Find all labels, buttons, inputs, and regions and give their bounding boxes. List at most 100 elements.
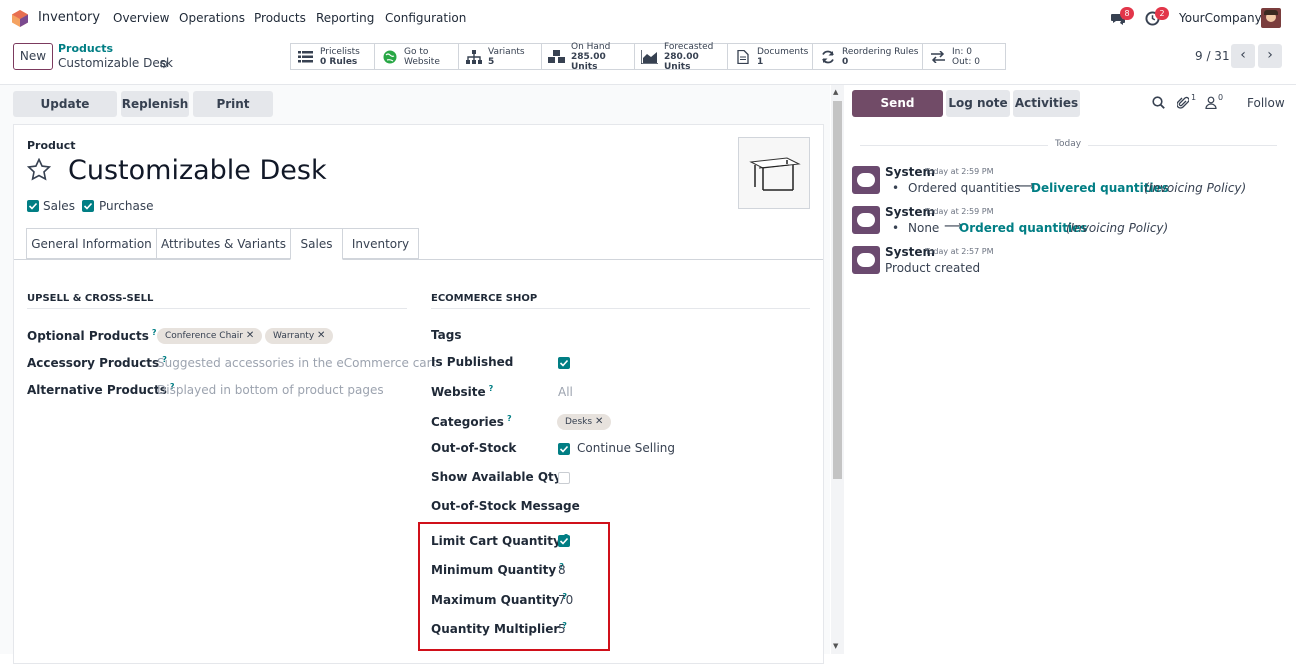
accessory-products-label: Accessory Products? bbox=[27, 355, 167, 370]
tracking-field: (Invoicing Policy) bbox=[1066, 221, 1169, 235]
user-icon bbox=[1205, 96, 1217, 109]
on-hand-button[interactable]: On Hand 285.00 Units bbox=[542, 42, 635, 72]
update-quantity-button[interactable]: Update Quantity bbox=[13, 91, 117, 137]
top-navbar: Inventory Overview Operations Products R… bbox=[0, 0, 1296, 37]
forecasted-button[interactable]: Forecasted 280.00 Units bbox=[635, 42, 728, 72]
menu-configuration[interactable]: Configuration bbox=[385, 11, 466, 25]
tab-general-information[interactable]: General Information bbox=[26, 228, 157, 259]
tab-underline bbox=[14, 259, 823, 260]
menu-products[interactable]: Products bbox=[254, 11, 306, 25]
documents-button[interactable]: Documents 1 bbox=[728, 44, 813, 69]
log-note-button[interactable]: Log note bbox=[946, 90, 1010, 117]
tab-attributes-variants[interactable]: Attributes & Variants bbox=[156, 228, 291, 259]
remove-tag-icon[interactable]: ✕ bbox=[595, 416, 603, 427]
out-of-stock-message-label: Out-of-Stock Message bbox=[431, 499, 580, 513]
breadcrumb-products[interactable]: Products bbox=[58, 42, 113, 55]
scrollbar-thumb[interactable] bbox=[833, 101, 842, 479]
replenish-button[interactable]: Replenish bbox=[121, 91, 189, 117]
pricelists-button[interactable]: Pricelists 0 Rules bbox=[291, 44, 375, 69]
continue-selling-checkbox[interactable] bbox=[558, 443, 570, 455]
check-icon bbox=[28, 202, 38, 210]
scroll-down-icon[interactable]: ▼ bbox=[833, 642, 838, 650]
new-button[interactable]: New bbox=[13, 43, 53, 70]
categories-label: Categories? bbox=[431, 414, 512, 429]
messages-button[interactable]: 8 bbox=[1110, 7, 1134, 28]
send-message-button[interactable]: Send message bbox=[852, 90, 943, 137]
paperclip-icon bbox=[1177, 96, 1189, 109]
website-select[interactable]: All bbox=[558, 385, 573, 399]
area-chart-icon bbox=[641, 49, 658, 64]
smart-buttons: Pricelists 0 Rules Go to Website Variants 5… bbox=[290, 42, 1006, 72]
tab-inventory[interactable]: Inventory bbox=[342, 228, 419, 259]
purchase-checkbox[interactable] bbox=[82, 200, 94, 212]
message-time: Today at 2:57 PM bbox=[925, 247, 994, 256]
accessory-products-input[interactable]: Suggested accessories in the eCommerce c… bbox=[157, 356, 436, 370]
category-tag-desks: Desks ✕ bbox=[557, 414, 612, 430]
in-out-button[interactable]: In: 0 Out: 0 bbox=[923, 44, 1005, 69]
activities-button-chatter[interactable]: Activities bbox=[1013, 90, 1080, 117]
section-divider bbox=[27, 308, 407, 309]
menu-overview[interactable]: Overview bbox=[113, 11, 170, 25]
app-name[interactable]: Inventory bbox=[38, 10, 100, 25]
website-button[interactable]: Go to Website bbox=[375, 44, 459, 69]
menu-operations[interactable]: Operations bbox=[179, 11, 245, 25]
refresh-icon bbox=[819, 50, 836, 64]
continue-selling-label: Continue Selling bbox=[577, 441, 675, 455]
help-icon[interactable]: ? bbox=[489, 384, 494, 393]
avatar[interactable] bbox=[852, 206, 880, 234]
check-icon bbox=[83, 202, 93, 210]
pager-next-button[interactable]: › bbox=[1258, 44, 1282, 68]
desk-image-icon bbox=[749, 157, 801, 191]
help-icon[interactable]: ? bbox=[507, 414, 512, 423]
product-image[interactable] bbox=[738, 137, 810, 209]
attachments-button[interactable]: 1 bbox=[1177, 93, 1201, 110]
star-icon[interactable] bbox=[27, 158, 51, 181]
activities-badge: 2 bbox=[1155, 7, 1169, 20]
show-available-qty-checkbox[interactable] bbox=[558, 472, 570, 484]
control-panel: New Products Customizable Desk ⚙ Priceli… bbox=[0, 37, 1296, 85]
bullet: • bbox=[892, 181, 900, 195]
chevron-left-icon: ‹ bbox=[1240, 47, 1246, 63]
chevron-right-icon: › bbox=[1267, 47, 1273, 63]
pager-previous-button[interactable]: ‹ bbox=[1231, 44, 1255, 68]
remove-tag-icon[interactable]: ✕ bbox=[317, 330, 325, 341]
search-icon[interactable] bbox=[1152, 96, 1165, 109]
follow-button[interactable]: Follow bbox=[1247, 96, 1285, 110]
scroll-up-icon[interactable]: ▲ bbox=[833, 88, 838, 96]
tracking-old-value: Ordered quantities bbox=[908, 181, 1021, 195]
check-icon bbox=[559, 445, 569, 453]
print-labels-button[interactable]: Print Labels bbox=[193, 91, 273, 137]
user-avatar[interactable] bbox=[1261, 8, 1281, 28]
date-separator: Today bbox=[1048, 139, 1089, 149]
reordering-rules-button[interactable]: Reordering Rules 0 bbox=[813, 44, 923, 69]
product-field-label: Product bbox=[27, 139, 76, 152]
help-icon[interactable]: ? bbox=[152, 328, 157, 337]
bullet: • bbox=[892, 221, 900, 235]
sales-checkbox[interactable] bbox=[27, 200, 39, 212]
optional-products-label: Optional Products? bbox=[27, 328, 157, 343]
purchase-label: Purchase bbox=[99, 199, 154, 213]
remove-tag-icon[interactable]: ✕ bbox=[246, 330, 254, 341]
check-icon bbox=[559, 359, 569, 367]
ecommerce-section-title: ECOMMERCE SHOP bbox=[431, 293, 538, 304]
variants-button[interactable]: Variants 5 bbox=[459, 44, 542, 69]
activities-button[interactable]: 2 bbox=[1145, 7, 1169, 28]
cubes-icon bbox=[548, 49, 565, 64]
website-label: Website? bbox=[431, 384, 494, 399]
is-published-checkbox[interactable] bbox=[558, 357, 570, 369]
tab-sales[interactable]: Sales bbox=[290, 228, 343, 260]
menu-reporting[interactable]: Reporting bbox=[316, 11, 374, 25]
tracking-old-value: None bbox=[908, 221, 940, 235]
globe-icon bbox=[381, 50, 398, 64]
pager-value[interactable]: 9 / 31 bbox=[1195, 49, 1230, 63]
app-logo-icon[interactable] bbox=[12, 10, 28, 27]
tags-input[interactable] bbox=[557, 325, 807, 343]
product-name[interactable]: Customizable Desk bbox=[68, 155, 327, 186]
avatar[interactable] bbox=[852, 246, 880, 274]
alternative-products-label: Alternative Products? bbox=[27, 382, 175, 397]
avatar[interactable] bbox=[852, 166, 880, 194]
company-switcher[interactable]: YourCompany bbox=[1179, 11, 1262, 25]
alternative-products-input[interactable]: Displayed in bottom of product pages bbox=[157, 383, 384, 397]
gear-icon[interactable]: ⚙ bbox=[159, 58, 169, 71]
followers-button[interactable]: 0 bbox=[1205, 93, 1229, 110]
